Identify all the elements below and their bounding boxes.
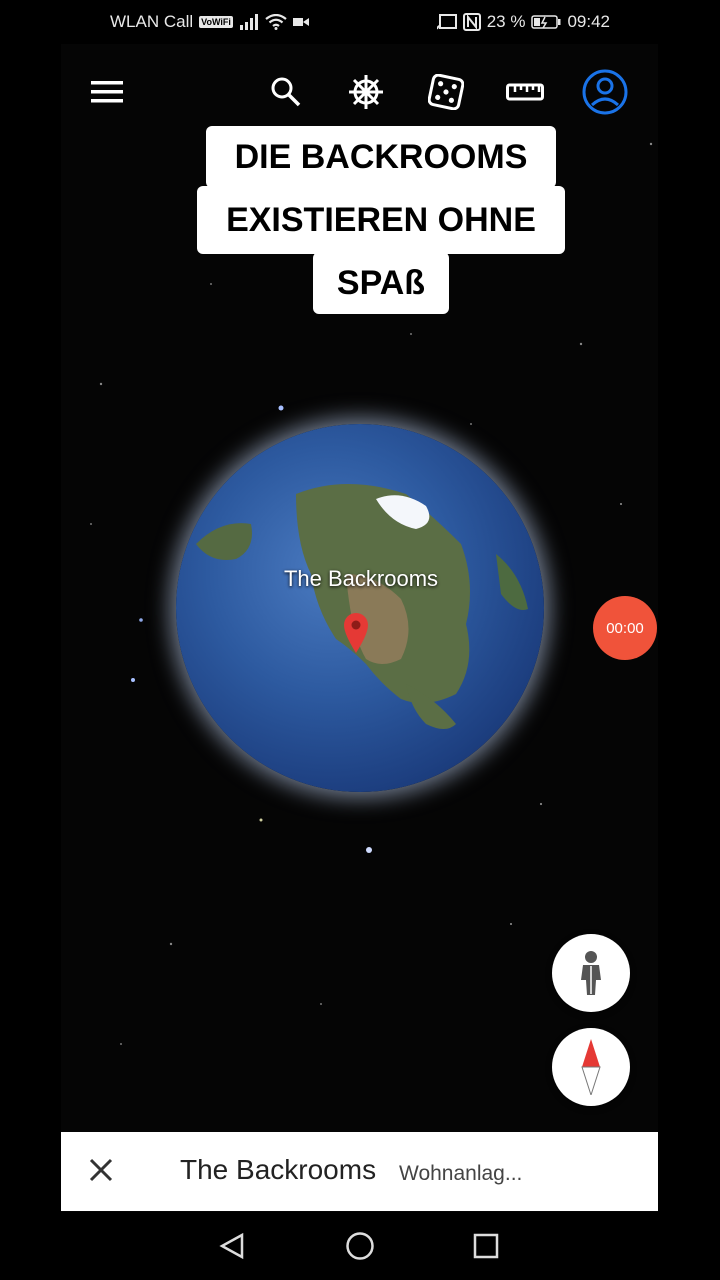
cast-icon bbox=[436, 14, 457, 30]
search-button[interactable] bbox=[260, 66, 312, 118]
clock: 09:42 bbox=[567, 12, 610, 31]
carrier-label: WLAN Call bbox=[110, 12, 194, 31]
caption-line-1: DIE BACKROOMS bbox=[206, 126, 556, 188]
street-view-button[interactable] bbox=[552, 934, 630, 1012]
random-place-button[interactable] bbox=[420, 66, 472, 118]
caption-line-2: EXISTIEREN OHNE bbox=[197, 186, 565, 254]
voyager-button[interactable] bbox=[340, 66, 392, 118]
home-button[interactable] bbox=[342, 1228, 378, 1264]
system-nav-bar bbox=[0, 1212, 720, 1280]
account-button[interactable] bbox=[579, 66, 631, 118]
place-title: The Backrooms bbox=[180, 1154, 377, 1185]
close-card-button[interactable] bbox=[83, 1152, 119, 1188]
place-card[interactable]: The Backrooms Wohnanlag... bbox=[61, 1132, 658, 1211]
record-button[interactable]: 00:00 bbox=[593, 596, 657, 660]
globe-landmass bbox=[196, 484, 528, 729]
back-icon bbox=[219, 1232, 244, 1260]
earth-globe[interactable] bbox=[176, 424, 544, 792]
place-subtitle: Wohnanlag... bbox=[399, 1162, 523, 1185]
battery-percent: 23 % bbox=[486, 12, 526, 31]
wifi-icon bbox=[265, 14, 287, 30]
back-button[interactable] bbox=[214, 1228, 250, 1264]
earth-app[interactable]: DIE BACKROOMS EXISTIEREN OHNE SPAß The B… bbox=[61, 44, 658, 1212]
account-icon bbox=[582, 69, 628, 115]
battery-icon bbox=[531, 15, 561, 29]
status-left: WLAN Call VoWiFi bbox=[110, 12, 309, 32]
vowifi-badge: VoWiFi bbox=[199, 16, 233, 28]
close-icon bbox=[89, 1158, 113, 1182]
measure-button[interactable] bbox=[499, 66, 551, 118]
home-icon bbox=[346, 1232, 374, 1260]
video-record-icon bbox=[292, 18, 309, 26]
caption-line-3: SPAß bbox=[313, 252, 449, 314]
recents-button[interactable] bbox=[468, 1228, 504, 1264]
search-icon bbox=[271, 77, 301, 107]
nfc-icon bbox=[462, 13, 481, 31]
voyager-helm-icon bbox=[349, 75, 383, 109]
signal-icon bbox=[239, 14, 258, 30]
dice-icon bbox=[428, 74, 464, 110]
menu-icon bbox=[91, 81, 123, 103]
menu-button[interactable] bbox=[81, 66, 133, 118]
pegman-icon bbox=[581, 951, 601, 995]
marker-label: The Backrooms bbox=[283, 566, 439, 591]
ruler-icon bbox=[506, 83, 544, 101]
status-right: 23 % 09:42 bbox=[436, 12, 610, 32]
recents-icon bbox=[473, 1233, 499, 1259]
compass-button[interactable] bbox=[552, 1028, 630, 1106]
compass-icon bbox=[581, 1039, 601, 1095]
status-bar: WLAN Call VoWiFi 23 % 09:42 bbox=[0, 0, 720, 44]
location-pin-icon[interactable] bbox=[341, 610, 371, 654]
